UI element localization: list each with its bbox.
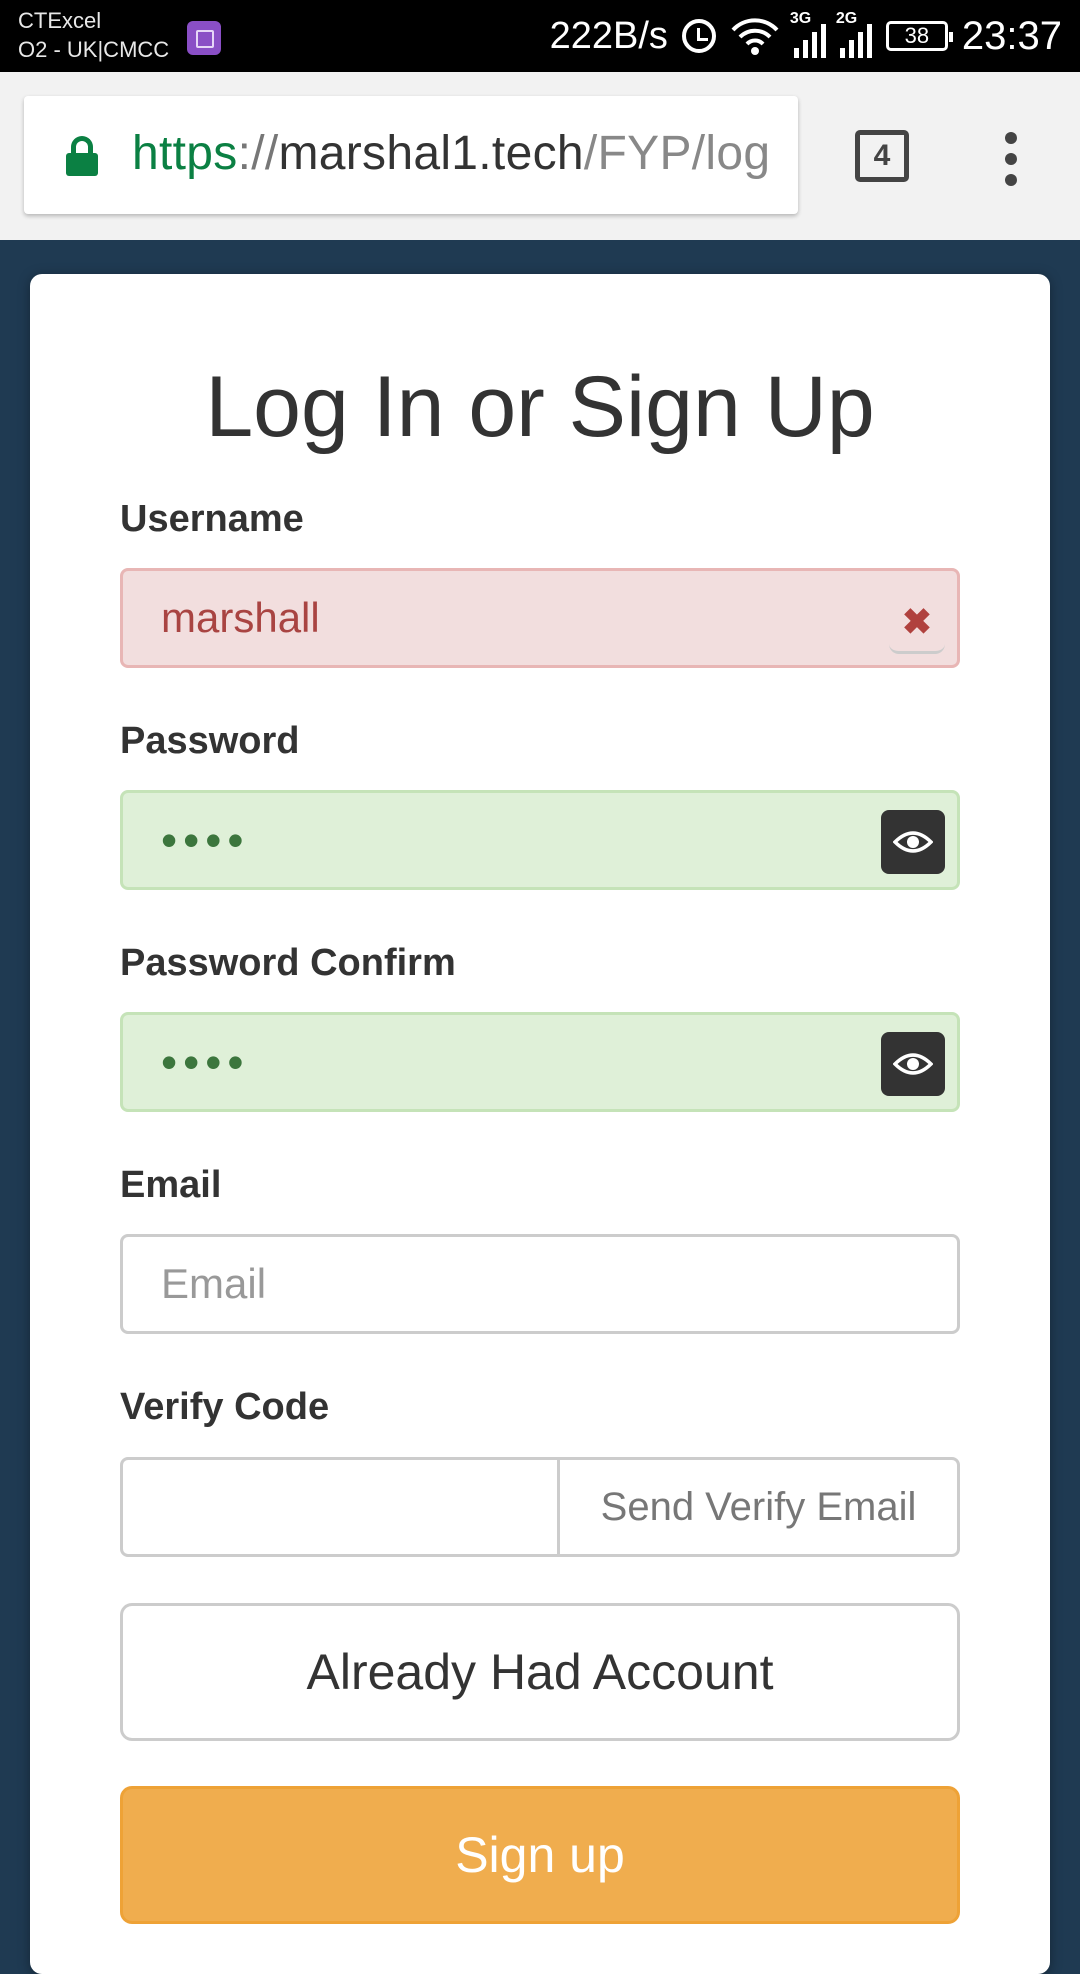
verify-code-label: Verify Code — [120, 1386, 330, 1428]
verify-code-group: Send Verify Email — [120, 1457, 960, 1557]
username-field[interactable]: ✖ — [120, 568, 960, 668]
lock-icon[interactable] — [66, 136, 98, 176]
email-input[interactable] — [123, 1237, 957, 1331]
email-field[interactable] — [120, 1234, 960, 1334]
close-icon[interactable]: ✖ — [889, 593, 945, 654]
password-confirm-input[interactable] — [123, 1015, 957, 1109]
email-label: Email — [120, 1164, 222, 1206]
url-text[interactable]: https://marshal1.tech/FYP/log — [132, 124, 770, 184]
network-speed: 222B/s — [549, 14, 668, 57]
signal-2g-icon: 2G — [836, 10, 872, 58]
status-indicators: 222B/s 3G 2G 38 23:37 — [550, 0, 1062, 72]
verify-code-input[interactable] — [123, 1460, 557, 1554]
password-confirm-field[interactable] — [120, 1012, 960, 1112]
network-type-2: 2G — [835, 10, 858, 27]
battery-icon: 38 — [885, 21, 953, 51]
status-bar: CTExcel O2 - UK|CMCC 222B/s 3G 2G 38 23:… — [0, 0, 1080, 72]
network-type-1: 3G — [789, 10, 812, 27]
gallery-notification-icon — [187, 21, 221, 55]
carrier-name-1: CTExcel — [18, 8, 102, 33]
browser-toolbar: https://marshal1.tech/FYP/log 4 — [0, 72, 1080, 240]
clock: 23:37 — [961, 13, 1062, 58]
username-input[interactable] — [123, 571, 957, 665]
wifi-icon — [730, 16, 780, 56]
username-label: Username — [120, 498, 304, 540]
password-input[interactable] — [123, 793, 957, 887]
carrier-info: CTExcel O2 - UK|CMCC — [18, 6, 169, 64]
alarm-icon — [681, 19, 716, 53]
carrier-name-2: O2 - UK|CMCC — [18, 37, 170, 62]
url-separator: :// — [237, 127, 279, 180]
auth-card: Log In or Sign Up Username ✖ Password Pa… — [30, 274, 1050, 1974]
tab-switcher-icon[interactable]: 4 — [855, 130, 909, 182]
overflow-menu-icon[interactable] — [1000, 132, 1022, 186]
already-had-account-button[interactable]: Already Had Account — [120, 1603, 960, 1741]
page-title: Log In or Sign Up — [205, 359, 875, 455]
signal-3g-icon: 3G — [790, 10, 826, 58]
url-scheme: https — [132, 127, 238, 180]
sign-up-button[interactable]: Sign up — [120, 1786, 960, 1924]
send-verify-email-button[interactable]: Send Verify Email — [560, 1460, 957, 1554]
address-bar[interactable]: https://marshal1.tech/FYP/log — [24, 96, 798, 214]
password-label: Password — [120, 720, 300, 762]
eye-icon[interactable] — [881, 810, 945, 874]
password-field[interactable] — [120, 790, 960, 890]
eye-icon[interactable] — [881, 1032, 945, 1096]
url-path: /FYP/log — [583, 127, 771, 180]
url-host: marshal1.tech — [278, 127, 584, 180]
password-confirm-label: Password Confirm — [120, 942, 456, 984]
